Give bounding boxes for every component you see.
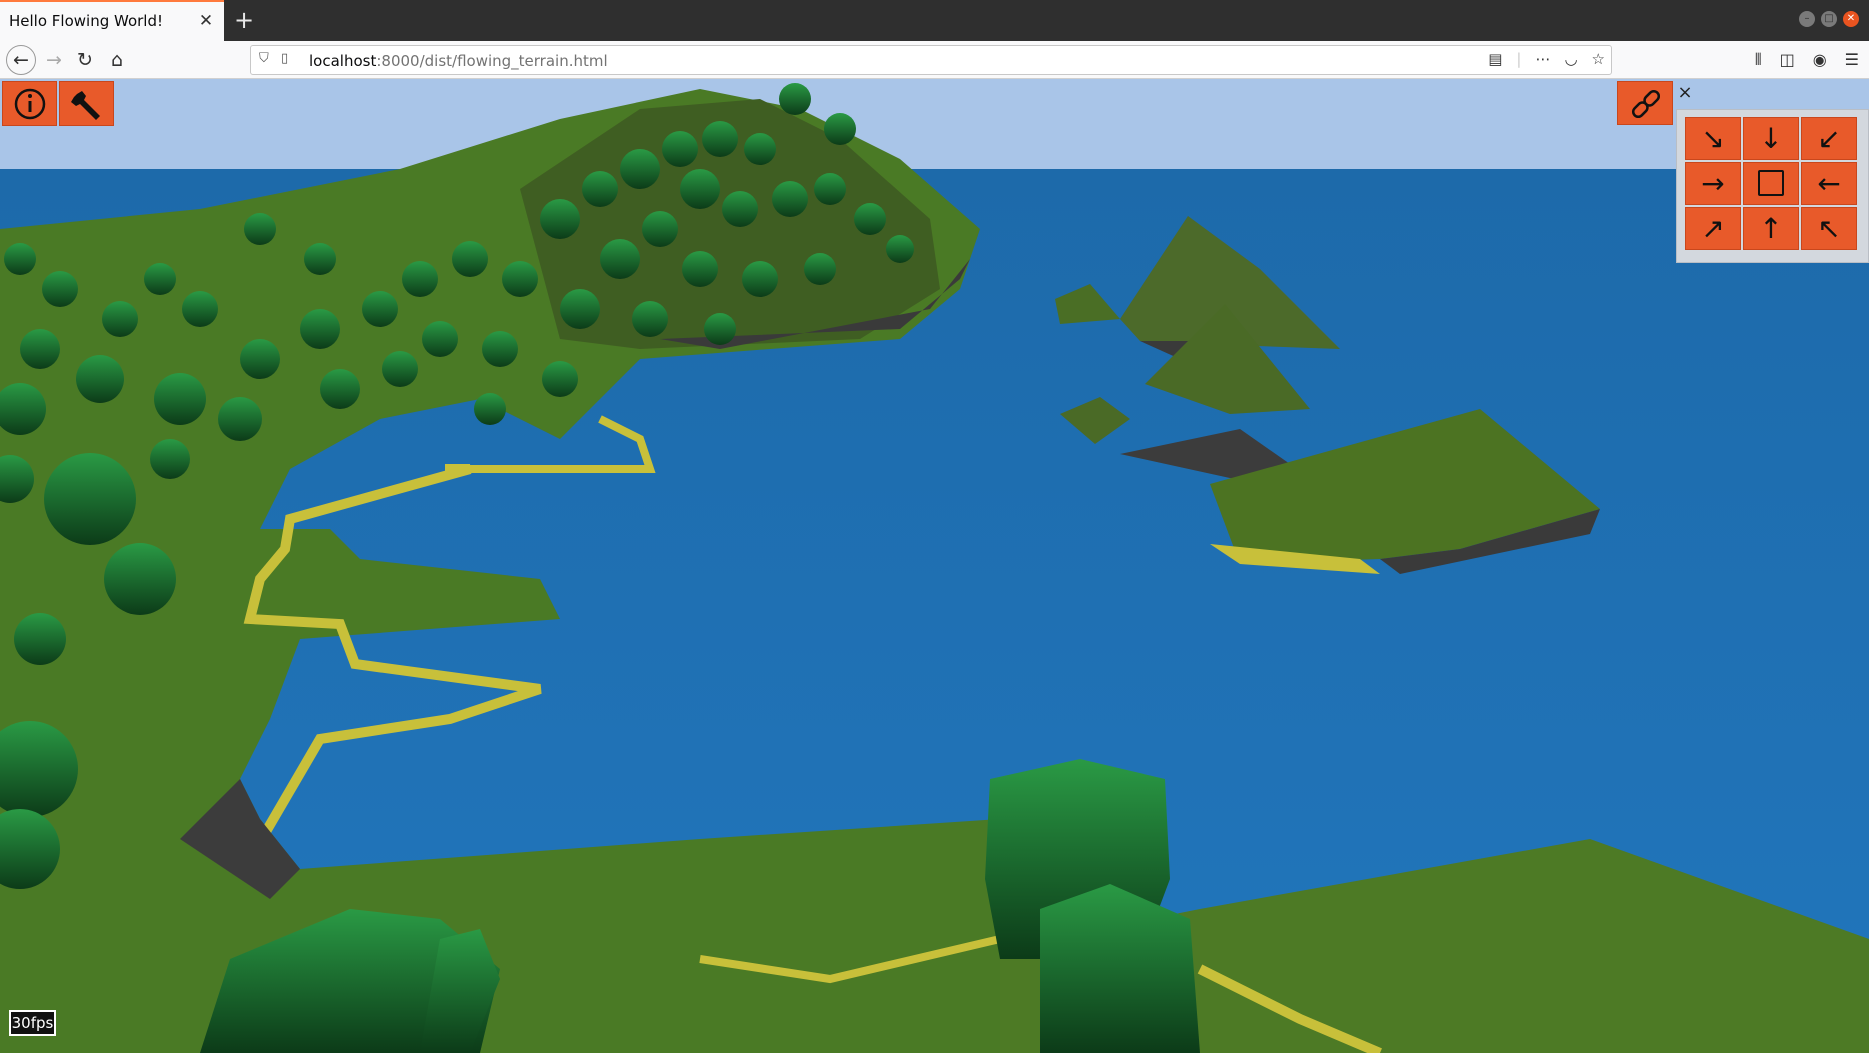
minimize-icon[interactable]: –: [1799, 11, 1815, 27]
browser-nav-bar: ← → ↻ ⌂ ⛉ ▯ localhost:8000/dist/flowing_…: [0, 41, 1869, 79]
link-icon: [1631, 89, 1661, 119]
page-info-icon[interactable]: ▯: [281, 51, 288, 66]
forward-arrow-icon[interactable]: →: [40, 46, 68, 74]
arrow-down-right-button[interactable]: ↘: [1685, 117, 1741, 160]
reload-icon[interactable]: ↻: [71, 46, 99, 74]
camera-direction-panel: ↘ ↓ ↙ → ← ↗ ↑ ↖: [1676, 109, 1869, 263]
bookmark-star-icon[interactable]: ☆: [1592, 50, 1605, 68]
arrow-up-right-button[interactable]: ↗: [1685, 207, 1741, 250]
new-tab-button[interactable]: +: [230, 6, 258, 34]
pocket-icon[interactable]: ◡: [1564, 50, 1577, 68]
arrow-right-button[interactable]: →: [1685, 162, 1741, 205]
browser-tools: ⫴ ◫ ◉ ☰: [1755, 50, 1859, 70]
close-icon[interactable]: ✕: [196, 10, 216, 32]
account-icon[interactable]: ◉: [1813, 50, 1827, 70]
direction-grid: ↘ ↓ ↙ → ← ↗ ↑ ↖: [1685, 117, 1857, 250]
more-actions-icon[interactable]: ⋯: [1535, 50, 1550, 68]
url-path: :8000/dist/flowing_terrain.html: [376, 52, 608, 70]
browser-tab[interactable]: Hello Flowing World! ✕: [0, 0, 224, 41]
library-icon[interactable]: ⫴: [1755, 50, 1762, 70]
wrench-icon: [71, 91, 100, 120]
arrow-down-left-button[interactable]: ↙: [1801, 117, 1857, 160]
fps-counter: 30fps: [9, 1010, 56, 1036]
window-controls: – □ ✕: [1799, 11, 1859, 27]
url-text[interactable]: localhost:8000/dist/flowing_terrain.html: [309, 52, 608, 70]
arrow-left-button[interactable]: ←: [1801, 162, 1857, 205]
home-icon[interactable]: ⌂: [103, 46, 131, 74]
address-bar[interactable]: ⛉ ▯ localhost:8000/dist/flowing_terrain.…: [250, 45, 1612, 75]
stop-button[interactable]: [1743, 162, 1799, 205]
browser-tab-bar: Hello Flowing World! ✕ + – □ ✕: [0, 0, 1869, 41]
settings-button[interactable]: [59, 81, 114, 126]
share-link-button[interactable]: [1617, 81, 1673, 125]
stop-square-icon: [1758, 170, 1784, 196]
arrow-up-left-button[interactable]: ↖: [1801, 207, 1857, 250]
arrow-down-button[interactable]: ↓: [1743, 117, 1799, 160]
shield-icon[interactable]: ⛉: [259, 51, 269, 66]
arrow-up-button[interactable]: ↑: [1743, 207, 1799, 250]
url-actions: ▤ | ⋯ ◡ ☆: [1488, 50, 1605, 68]
menu-icon[interactable]: ☰: [1845, 50, 1859, 70]
tab-title: Hello Flowing World!: [9, 12, 163, 30]
close-icon[interactable]: ×: [1675, 83, 1695, 103]
url-divider: |: [1516, 50, 1522, 68]
reader-view-icon[interactable]: ▤: [1488, 50, 1502, 68]
sidebar-icon[interactable]: ◫: [1780, 50, 1795, 70]
info-button[interactable]: [2, 81, 57, 126]
url-host: localhost: [309, 52, 377, 70]
info-icon: [14, 88, 46, 120]
back-arrow-icon[interactable]: ←: [6, 45, 36, 75]
terrain-scene: [0, 79, 1869, 1053]
window-close-icon[interactable]: ✕: [1843, 11, 1859, 27]
sky: [0, 79, 1869, 169]
maximize-icon[interactable]: □: [1821, 11, 1837, 27]
terrain-viewport[interactable]: × ↘ ↓ ↙ → ← ↗ ↑ ↖ 30fps: [0, 79, 1869, 1053]
